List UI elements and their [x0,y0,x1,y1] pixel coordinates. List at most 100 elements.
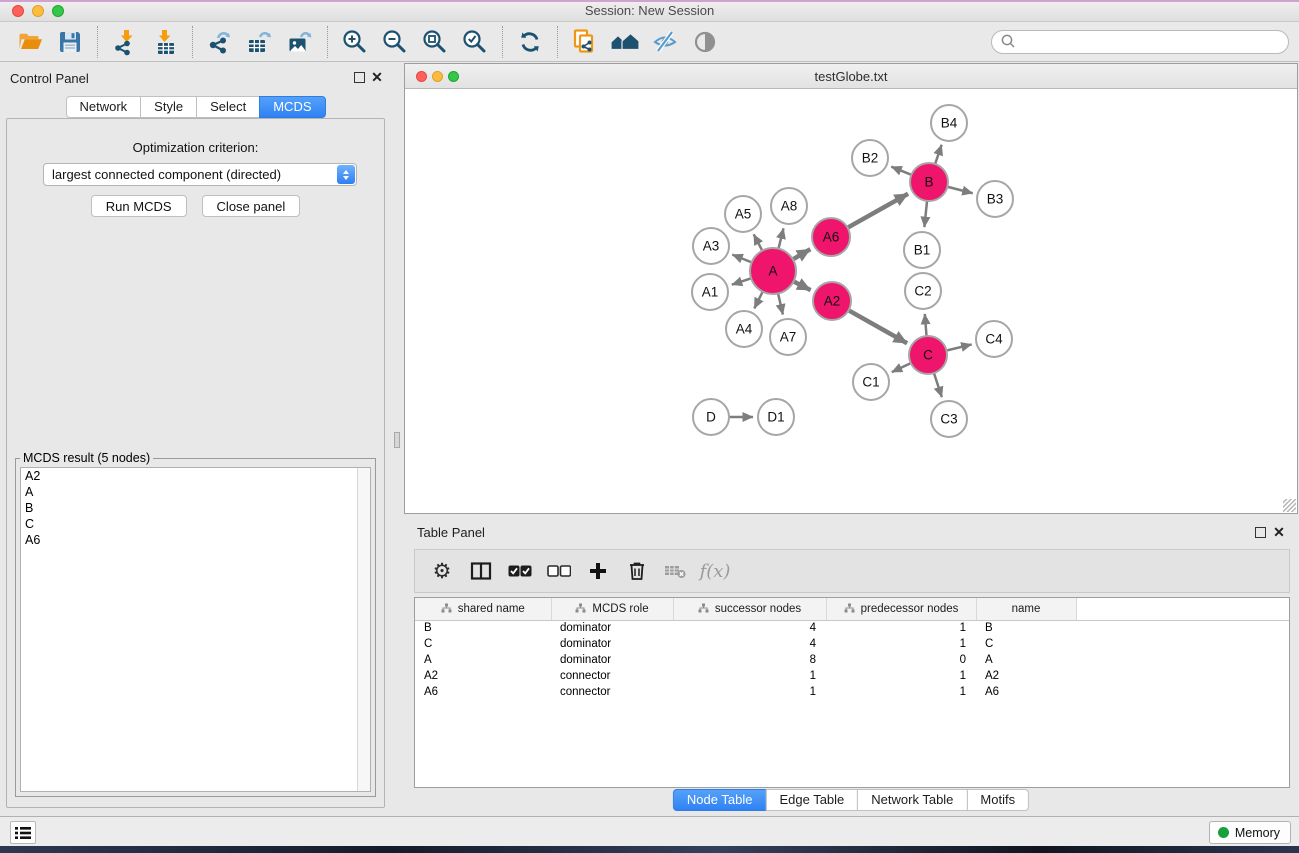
table-cell[interactable]: A2 [976,668,1076,684]
zoom-in-icon[interactable] [335,25,375,59]
tab-node-table[interactable]: Node Table [673,789,767,811]
home-icon[interactable] [605,25,645,59]
search-field[interactable] [991,30,1289,54]
hide-graphics-details-icon[interactable] [645,25,685,59]
graph-node-C[interactable]: C [909,336,947,374]
column-header-shared-name[interactable]: shared name [415,598,551,620]
edge-B-B1[interactable] [924,199,927,227]
zoom-fit-icon[interactable] [415,25,455,59]
tab-network-table[interactable]: Network Table [857,789,967,811]
table-row[interactable]: Adominator80A [415,652,1289,668]
graph-node-C4[interactable]: C4 [976,321,1012,357]
gear-icon[interactable]: ⚙ [427,555,457,587]
edge-B-B3[interactable] [945,186,972,193]
mcds-result-list[interactable]: A2ABCA6 [20,467,371,792]
graph-node-B4[interactable]: B4 [931,105,967,141]
export-image-icon[interactable] [280,25,320,59]
graph-node-A6[interactable]: A6 [812,218,850,256]
table-cell[interactable]: 4 [673,636,826,652]
table-cell[interactable]: A6 [976,684,1076,700]
edge-B-B4[interactable] [934,145,941,166]
optimization-criterion-select[interactable]: largest connected component (directed) [43,163,357,186]
save-session-icon[interactable] [50,25,90,59]
edge-C-C1[interactable] [892,362,913,372]
graph-node-B3[interactable]: B3 [977,181,1013,217]
graph-node-B2[interactable]: B2 [852,140,888,176]
graph-node-C2[interactable]: C2 [905,273,941,309]
graph-node-D[interactable]: D [693,399,729,435]
edge-A-A1[interactable] [732,278,753,285]
table-cell[interactable]: A [976,652,1076,668]
float-table-panel-icon[interactable] [1255,527,1266,538]
network-canvas[interactable]: AA1A2A3A4A5A6A7A8BB1B2B3B4CC1C2C3C4DD1 [405,89,1297,513]
graph-node-A1[interactable]: A1 [692,274,728,310]
table-row[interactable]: Cdominator41C [415,636,1289,652]
column-header-name[interactable]: name [976,598,1076,620]
column-header-MCDS-role[interactable]: MCDS role [551,598,673,620]
import-table-icon[interactable] [145,25,185,59]
table-cell[interactable]: 1 [673,684,826,700]
table-cell[interactable]: 1 [826,684,976,700]
table-cell[interactable]: 4 [673,620,826,636]
table-cell[interactable]: B [415,620,551,636]
graph-node-C3[interactable]: C3 [931,401,967,437]
table-cell[interactable]: B [976,620,1076,636]
table-cell[interactable]: connector [551,684,673,700]
mcds-result-item[interactable]: B [21,500,370,516]
edge-B-B2[interactable] [891,167,913,176]
table-cell[interactable]: A2 [415,668,551,684]
close-panel-icon[interactable]: ✕ [370,70,384,84]
graph-node-A2[interactable]: A2 [813,282,851,320]
tab-mcds[interactable]: MCDS [259,96,325,118]
edge-A-A4[interactable] [754,290,763,309]
table-cell[interactable]: A6 [415,684,551,700]
tab-style[interactable]: Style [140,96,197,118]
tab-network[interactable]: Network [65,96,141,118]
mcds-result-item[interactable]: A [21,484,370,500]
mcds-result-item[interactable]: A2 [21,468,370,484]
export-network-icon[interactable] [200,25,240,59]
table-cell[interactable]: dominator [551,620,673,636]
table-cell[interactable]: 1 [673,668,826,684]
edge-C-C4[interactable] [945,344,972,351]
graph-node-A4[interactable]: A4 [726,311,762,347]
add-column-icon[interactable] [583,555,613,587]
export-table-icon[interactable] [240,25,280,59]
show-graphics-details-icon[interactable] [685,25,725,59]
table-row[interactable]: A6connector11A6 [415,684,1289,700]
edge-A-A7[interactable] [778,291,783,314]
select-all-icon[interactable] [505,555,535,587]
divider-grip[interactable] [394,432,400,448]
table-row[interactable]: A2connector11A2 [415,668,1289,684]
run-mcds-button[interactable]: Run MCDS [91,195,187,217]
graph-node-D1[interactable]: D1 [758,399,794,435]
edge-C-C2[interactable] [925,314,927,338]
refresh-icon[interactable] [510,25,550,59]
task-history-icon[interactable] [10,821,36,844]
column-header-successor-nodes[interactable]: successor nodes [673,598,826,620]
columns-icon[interactable] [466,555,496,587]
table-cell[interactable]: C [415,636,551,652]
edge-A-A2[interactable] [792,281,811,291]
memory-button[interactable]: Memory [1209,821,1291,844]
scrollbar-track[interactable] [357,468,370,791]
clone-network-icon[interactable] [565,25,605,59]
table-cell[interactable]: 1 [826,636,976,652]
mcds-result-item[interactable]: A6 [21,532,370,548]
table-cell[interactable]: C [976,636,1076,652]
mcds-result-item[interactable]: C [21,516,370,532]
table-cell[interactable]: 1 [826,668,976,684]
deselect-all-icon[interactable] [544,555,574,587]
function-builder-icon[interactable]: f(x) [700,555,730,587]
edge-A2-C[interactable] [847,309,907,343]
graph-node-A8[interactable]: A8 [771,188,807,224]
table-cell[interactable]: 8 [673,652,826,668]
edge-A6-B[interactable] [846,194,908,229]
tab-select[interactable]: Select [196,96,260,118]
graph-node-A[interactable]: A [750,248,796,294]
zoom-selected-icon[interactable] [455,25,495,59]
graph-node-A3[interactable]: A3 [693,228,729,264]
table-cell[interactable]: A [415,652,551,668]
graph-node-A5[interactable]: A5 [725,196,761,232]
table-cell[interactable]: dominator [551,636,673,652]
